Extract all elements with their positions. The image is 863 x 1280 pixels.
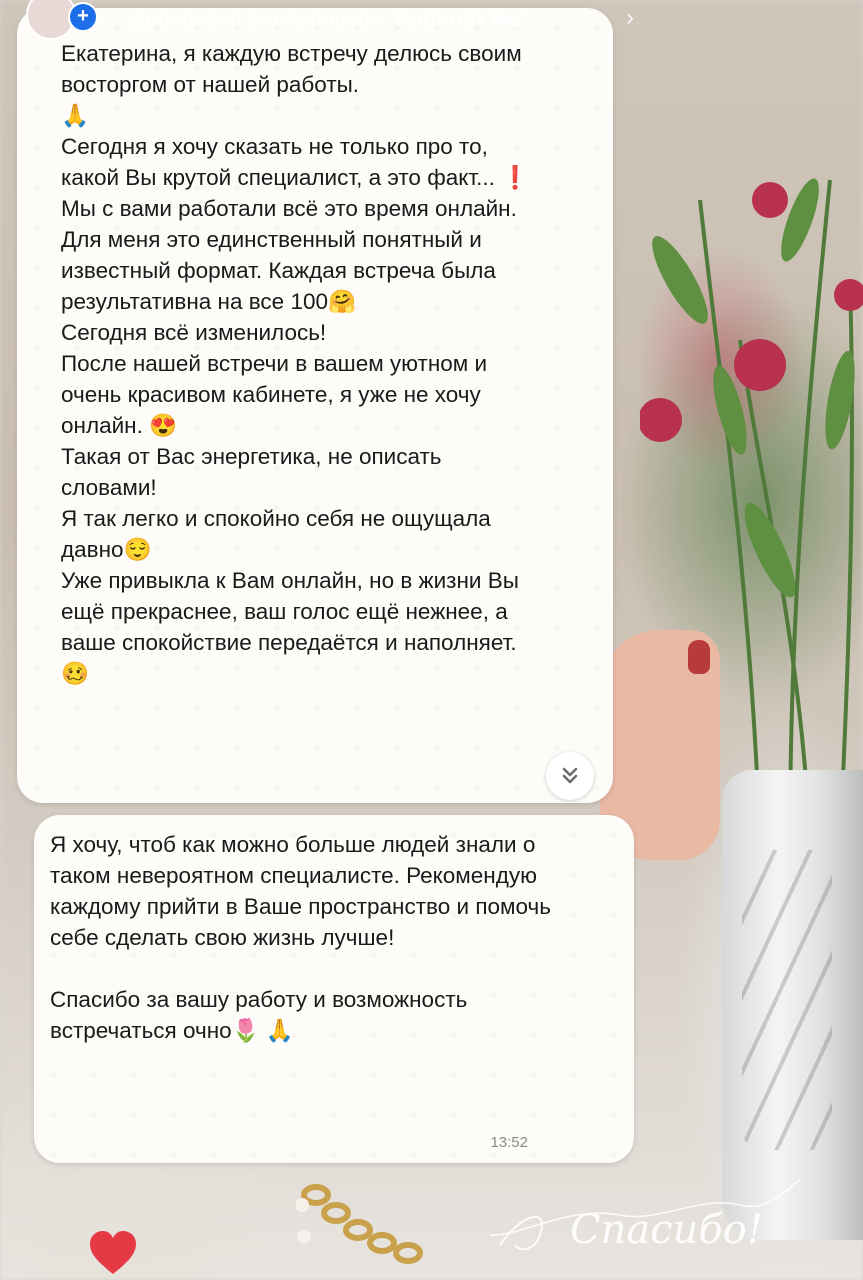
thank-you-script: Спасибо! <box>489 1179 801 1253</box>
highlight-suffix: " <box>519 6 528 31</box>
bracelet-decoration <box>296 1184 423 1264</box>
highlight-label[interactable]: Добавлено в актуальное "Кабинет 🛏" <box>130 6 527 32</box>
thank-you-text: Спасибо! <box>570 1207 763 1253</box>
message-time: 13:52 <box>490 1134 528 1151</box>
plus-icon[interactable]: + <box>68 2 98 32</box>
heart-icon[interactable] <box>88 1230 138 1276</box>
thank-you-sticker: Спасибо! <box>480 1175 810 1265</box>
double-chevron-down-icon[interactable] <box>546 752 594 800</box>
vase-decoration <box>722 770 863 1240</box>
story-highlight-bar[interactable]: + Добавлено в актуальное "Кабинет 🛏" › <box>0 0 863 40</box>
highlight-prefix: Добавлено в актуальное " <box>130 6 397 31</box>
highlight-name: Кабинет 🛏 <box>396 6 520 31</box>
message-text-2: Я хочу, чтоб как можно больше людей знал… <box>50 832 551 1043</box>
double-chevron-down-glyph <box>562 767 578 784</box>
message-text-1: Екатерина, я каждую встречу делюсь своим… <box>61 41 530 686</box>
nail-photo <box>688 640 710 674</box>
chevron-right-icon[interactable]: › <box>626 4 634 32</box>
chat-bubble-2: Я хочу, чтоб как можно больше людей знал… <box>34 815 634 1163</box>
chat-bubble-1: Екатерина, я каждую встречу делюсь своим… <box>17 8 613 803</box>
